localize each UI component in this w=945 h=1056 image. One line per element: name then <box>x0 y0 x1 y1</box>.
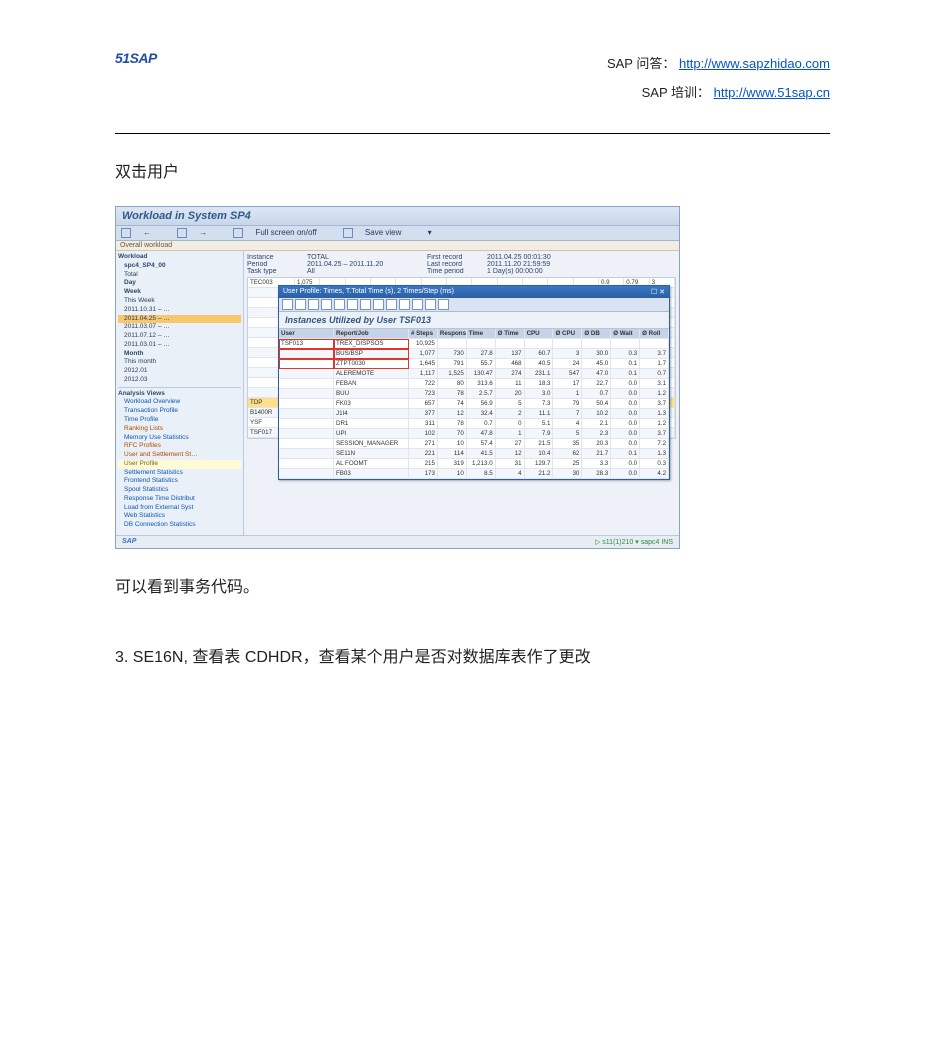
popup-close-icon[interactable]: ☐ ✕ <box>651 288 665 296</box>
toolbar-icon[interactable] <box>321 299 332 310</box>
table-row[interactable]: FK036577456.957.37950.40.03.7 <box>279 399 669 409</box>
tree-item[interactable]: spc4_SP4_00 <box>118 262 241 271</box>
toolbar-icon[interactable] <box>373 299 384 310</box>
tree-item[interactable]: 2012.03 <box>118 376 241 385</box>
instruction-3: 3. SE16N, 查看表 CDHDR，查看某个用户是否对数据库表作了更改 <box>115 643 830 667</box>
toolbar-icon[interactable] <box>295 299 306 310</box>
table-row[interactable]: SE11N22111441.51210.46221.70.11.3 <box>279 449 669 459</box>
tree-item[interactable]: 2012.01 <box>118 367 241 376</box>
train-link[interactable]: http://www.51sap.cn <box>714 85 830 100</box>
instruction-1: 双击用户 <box>115 158 830 182</box>
sap-navigation-tree[interactable]: Workloadspc4_SP4_00TotalDayWeekThis Week… <box>116 251 244 535</box>
tree-item[interactable]: Workload Overview <box>118 398 241 407</box>
tree-item[interactable]: This Week <box>118 297 241 306</box>
toolbar-menu[interactable]: ▾ <box>428 228 432 237</box>
forward-button[interactable]: → <box>177 228 219 237</box>
server-indicator: ▷ s11(1)210 ▾ sapc4 INS <box>595 539 673 546</box>
tree-item[interactable]: Month <box>118 350 241 359</box>
tree-item[interactable]: 2011.10.31 – … <box>118 306 241 315</box>
sap-statusbar: SAP ▷ s11(1)210 ▾ sapc4 INS <box>116 535 679 548</box>
toolbar-icon[interactable] <box>412 299 423 310</box>
tree-item[interactable]: Transaction Profile <box>118 407 241 416</box>
page-header: 51SAP SAP 问答： http://www.sapzhidao.com S… <box>115 50 830 107</box>
tree-item[interactable]: Settlement Statistics <box>118 469 241 478</box>
toolbar-icon[interactable] <box>308 299 319 310</box>
save-view-button[interactable]: Save view <box>343 228 413 237</box>
tree-item[interactable]: This month <box>118 358 241 367</box>
tree-item[interactable]: 2011.04.25 – … <box>118 315 241 324</box>
tree-item[interactable]: Load from External Syst <box>118 504 241 513</box>
popup-caption: Instances Utilized by User TSF013 <box>279 312 669 328</box>
site-logo: 51SAP <box>115 50 157 66</box>
table-row[interactable]: BUS/BSP1,07773027.813760.7330.00.33.7 <box>279 349 669 359</box>
table-row[interactable]: FEBAN72280313.61118.31722.70.03.1 <box>279 379 669 389</box>
workload-info: InstanceTOTALFirst record2011.04.25 00:0… <box>247 254 676 275</box>
popup-titlebar: User Profile: Times, T.Total Time (s), 2… <box>279 286 669 298</box>
table-row[interactable]: BUU723782.5.7203.010.70.01.2 <box>279 389 669 399</box>
toolbar-icon[interactable] <box>438 299 449 310</box>
table-row[interactable]: J1I43771232.4211.1710.20.01.3 <box>279 409 669 419</box>
tree-item[interactable]: DB Connection Statistics <box>118 521 241 530</box>
tree-item[interactable]: Web Statistics <box>118 512 241 521</box>
tree-item[interactable]: User and Settlement St… <box>118 451 241 460</box>
popup-toolbar <box>279 298 669 312</box>
toolbar-icon[interactable] <box>386 299 397 310</box>
sap-toolbar: ← → Full screen on/off Save view ▾ <box>116 226 679 241</box>
tree-item[interactable]: 2011.07.12 – … <box>118 332 241 341</box>
table-row[interactable]: TSF013TREX_DISPSOS10,925 <box>279 339 669 349</box>
table-row[interactable]: SESSION_MANAGER2711057.42721.53520.30.07… <box>279 439 669 449</box>
table-row[interactable]: FB03173108.5421.23028.30.04.2 <box>279 469 669 479</box>
sap-subbar: Overall workload <box>116 241 679 251</box>
table-row[interactable]: ALEREMOTE1,1171,525130.47274231.154747.0… <box>279 369 669 379</box>
qa-link[interactable]: http://www.sapzhidao.com <box>679 56 830 71</box>
tree-item[interactable]: 2011.03.07 – … <box>118 323 241 332</box>
table-row[interactable]: ZTPT00301,64579155.746840.52445.00.11.7 <box>279 359 669 369</box>
tree-item[interactable]: User Profile <box>118 460 241 469</box>
sap-window-title: Workload in System SP4 <box>116 207 679 226</box>
popup-title-text: User Profile: Times, T.Total Time (s), 2… <box>283 288 454 296</box>
tree-item[interactable]: Frontend Statistics <box>118 477 241 486</box>
toolbar-icon[interactable] <box>425 299 436 310</box>
header-divider <box>115 133 830 134</box>
toolbar-icon[interactable] <box>360 299 371 310</box>
toolbar-icon[interactable] <box>334 299 345 310</box>
train-label: SAP 培训： <box>642 85 710 100</box>
sap-main-panel: InstanceTOTALFirst record2011.04.25 00:0… <box>244 251 679 535</box>
tree-item[interactable]: Workload <box>118 253 241 262</box>
fullscreen-toggle[interactable]: Full screen on/off <box>233 228 328 237</box>
tree-item[interactable]: Spool Statistics <box>118 486 241 495</box>
qa-label: SAP 问答： <box>607 56 675 71</box>
back-button[interactable]: ← <box>121 228 163 237</box>
toolbar-icon[interactable] <box>347 299 358 310</box>
tree-item[interactable]: Response Time Distribut <box>118 495 241 504</box>
instances-popup: User Profile: Times, T.Total Time (s), 2… <box>278 285 670 480</box>
tree-item[interactable]: Day <box>118 279 241 288</box>
toolbar-icon[interactable] <box>282 299 293 310</box>
table-row[interactable]: DR1311780.705.142.10.01.2 <box>279 419 669 429</box>
instances-table[interactable]: UserReport/Job# StepsResponseTimeØ TimeC… <box>279 328 669 479</box>
instruction-2: 可以看到事务代码。 <box>115 573 830 597</box>
table-row[interactable]: UPI1027047.817.952.30.03.7 <box>279 429 669 439</box>
header-links: SAP 问答： http://www.sapzhidao.com SAP 培训：… <box>607 50 830 107</box>
tree-item[interactable]: RFC Profiles <box>118 442 241 451</box>
tree-item[interactable]: Time Profile <box>118 416 241 425</box>
tree-item[interactable]: Total <box>118 271 241 280</box>
sap-screenshot: Workload in System SP4 ← → Full screen o… <box>115 206 680 549</box>
tree-item[interactable]: Week <box>118 288 241 297</box>
tree-item[interactable]: 2011.03.01 – … <box>118 341 241 350</box>
tree-item[interactable]: Ranking Lists <box>118 425 241 434</box>
table-row[interactable]: AL FOOMT2153191,213.031129.7253.30.00.3 <box>279 459 669 469</box>
analysis-views-header: Analysis Views <box>118 390 241 399</box>
toolbar-icon[interactable] <box>399 299 410 310</box>
sap-logo: SAP <box>122 538 136 545</box>
tree-item[interactable]: Memory Use Statistics <box>118 434 241 443</box>
